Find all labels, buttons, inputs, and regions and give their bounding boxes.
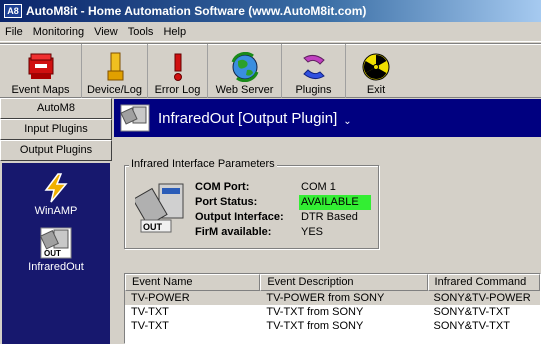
- window-title: AutoM8it - Home Automation Software (www…: [26, 4, 367, 18]
- table-row[interactable]: TV-POWER TV-POWER from SONY SONY&TV-POWE…: [125, 291, 540, 305]
- column-header-infrared-command[interactable]: Infrared Command: [427, 274, 540, 291]
- param-firm-available: FirM available: YES: [195, 225, 371, 240]
- web-server-label: Web Server: [215, 84, 274, 96]
- cell-infrared-command: SONY&TV-POWER: [433, 292, 531, 304]
- param-value: DTR Based: [301, 211, 358, 223]
- event-table: Event Name Event Description Infrared Co…: [124, 273, 541, 344]
- param-port-status: Port Status: AVAILABLE: [195, 195, 371, 210]
- table-header: Event Name Event Description Infrared Co…: [125, 274, 540, 291]
- param-key: Port Status:: [195, 196, 258, 208]
- device-log-label: Device/Log: [86, 84, 143, 96]
- event-maps-label: Event Maps: [11, 84, 70, 96]
- nav-tab-output-plugins[interactable]: Output Plugins: [0, 140, 112, 161]
- plugin-title: InfraredOut [Output Plugin]: [158, 109, 338, 127]
- column-header-event-description[interactable]: Event Description: [260, 274, 428, 291]
- cell-infrared-command: SONY&TV-TXT: [433, 320, 510, 332]
- infrared-device-icon: OUT: [135, 183, 184, 233]
- error-log-button[interactable]: Error Log: [148, 44, 208, 98]
- title-bar[interactable]: A8 AutoM8it - Home Automation Software (…: [0, 0, 541, 22]
- plugin-header[interactable]: InfraredOut [Output Plugin] ⌄: [114, 99, 541, 137]
- toolbar: Event Maps Device/Log Error Log Web Serv…: [0, 43, 541, 98]
- exit-button[interactable]: Exit: [346, 44, 406, 98]
- cell-event-name: TV-TXT: [131, 320, 169, 332]
- menu-tools[interactable]: Tools: [123, 26, 159, 38]
- table-row[interactable]: TV-TXT TV-TXT from SONY SONY&TV-TXT: [125, 319, 540, 333]
- cell-event-name: TV-POWER: [131, 292, 190, 304]
- cell-event-description: TV-TXT from SONY: [266, 306, 364, 318]
- params-list: COM Port: COM 1 Port Status: AVAILABLE O…: [195, 180, 371, 240]
- event-maps-button[interactable]: Event Maps: [0, 44, 82, 98]
- cell-infrared-command: SONY&TV-TXT: [433, 306, 510, 318]
- cell-event-name: TV-TXT: [131, 306, 169, 318]
- plugin-infrared-out-label: InfraredOut: [28, 261, 84, 273]
- infrared-device-icon-text: OUT: [143, 222, 163, 232]
- plugin-detail-pane: InfraredOut [Output Plugin] ⌄ Infrared I…: [114, 99, 541, 344]
- output-plugins-panel: WinAMP OUT InfraredOut: [2, 163, 110, 344]
- menu-monitoring[interactable]: Monitoring: [28, 26, 89, 38]
- nav-tab-input-plugins[interactable]: Input Plugins: [0, 119, 112, 140]
- menu-help[interactable]: Help: [158, 26, 191, 38]
- param-com-port: COM Port: COM 1: [195, 180, 371, 195]
- menu-view[interactable]: View: [89, 26, 123, 38]
- status-badge: AVAILABLE: [299, 195, 371, 210]
- event-maps-icon: [28, 53, 53, 79]
- device-log-button[interactable]: Device/Log: [82, 44, 148, 98]
- plugins-icon: [302, 54, 325, 80]
- menu-file[interactable]: File: [0, 26, 28, 38]
- param-key: COM Port:: [195, 181, 250, 193]
- param-value: YES: [301, 226, 324, 238]
- infrared-out-icon: OUT: [40, 227, 72, 259]
- left-nav: AutoM8 Input Plugins Output Plugins WinA…: [0, 98, 112, 344]
- error-log-label: Error Log: [154, 84, 201, 96]
- cell-event-description: TV-TXT from SONY: [266, 320, 364, 332]
- web-server-button[interactable]: Web Server: [208, 44, 282, 98]
- winamp-icon: [44, 173, 68, 203]
- infrared-out-header-icon: [120, 104, 150, 132]
- plugin-infrared-out[interactable]: OUT InfraredOut: [2, 227, 110, 273]
- plugins-button[interactable]: Plugins: [282, 44, 346, 98]
- infrared-params-group: Infrared Interface Parameters OUT COM Po…: [124, 158, 379, 249]
- plugin-winamp-label: WinAMP: [34, 205, 78, 217]
- param-output-interface: Output Interface: DTR Based: [195, 210, 371, 225]
- param-value: COM 1: [301, 181, 336, 193]
- column-header-event-name[interactable]: Event Name: [125, 274, 261, 291]
- menu-bar: File Monitoring View Tools Help: [0, 22, 541, 42]
- exit-label: Exit: [366, 84, 386, 96]
- infrared-out-icon-text: OUT: [44, 249, 61, 258]
- table-row[interactable]: TV-TXT TV-TXT from SONY SONY&TV-TXT: [125, 305, 540, 319]
- chevron-down-icon[interactable]: ⌄: [343, 116, 351, 127]
- error-log-icon: [173, 53, 182, 81]
- exit-icon: [362, 53, 390, 81]
- plugins-label: Plugins: [295, 84, 332, 96]
- device-log-icon: [107, 52, 123, 81]
- param-key: Output Interface:: [195, 211, 284, 223]
- web-server-icon: [231, 52, 258, 82]
- nav-tab-automate[interactable]: AutoM8: [0, 98, 112, 119]
- app-icon: A8: [4, 4, 22, 18]
- cell-event-description: TV-POWER from SONY: [266, 292, 385, 304]
- param-key: FirM available:: [195, 226, 272, 238]
- plugin-winamp[interactable]: WinAMP: [2, 173, 110, 217]
- group-legend: Infrared Interface Parameters: [129, 158, 277, 170]
